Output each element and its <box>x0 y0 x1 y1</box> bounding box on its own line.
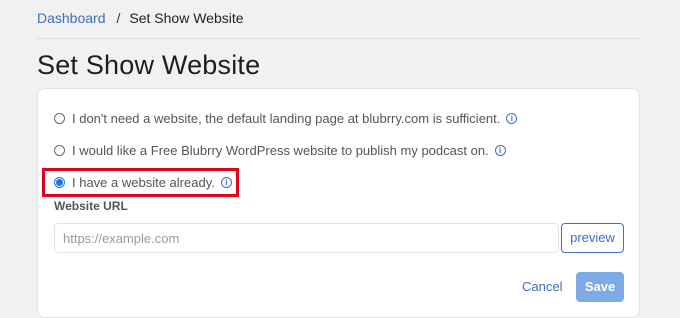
radio-no-website[interactable] <box>54 112 65 124</box>
cancel-button[interactable]: Cancel <box>522 277 562 297</box>
page-title: Set Show Website <box>37 50 261 80</box>
info-icon[interactable]: i <box>494 144 506 156</box>
option-no-website[interactable]: I don't need a website, the default land… <box>54 108 518 128</box>
option-existing-website[interactable]: I have a website already. i <box>54 172 232 192</box>
info-icon[interactable]: i <box>220 176 232 188</box>
preview-button[interactable]: preview <box>561 223 624 253</box>
header-divider <box>37 38 640 39</box>
info-icon[interactable]: i <box>506 112 518 124</box>
set-show-website-page: Dashboard / Set Show Website Set Show We… <box>0 0 680 318</box>
option-existing-website-label: I have a website already. <box>72 174 215 190</box>
option-free-wordpress-label: I would like a Free Blubrry WordPress we… <box>72 142 489 158</box>
option-no-website-label: I don't need a website, the default land… <box>72 110 501 126</box>
option-free-wordpress[interactable]: I would like a Free Blubrry WordPress we… <box>54 140 506 160</box>
radio-existing-website[interactable] <box>54 176 65 188</box>
radio-free-wordpress[interactable] <box>54 144 65 156</box>
breadcrumb-separator: / <box>116 10 121 26</box>
website-url-label: Website URL <box>54 199 128 213</box>
breadcrumb-current: Set Show Website <box>129 10 244 26</box>
save-button[interactable]: Save <box>576 272 624 302</box>
breadcrumb-dashboard-link[interactable]: Dashboard <box>37 10 106 26</box>
website-settings-card: I don't need a website, the default land… <box>37 88 640 318</box>
website-url-input[interactable] <box>54 223 559 253</box>
breadcrumb: Dashboard / Set Show Website <box>37 8 244 28</box>
